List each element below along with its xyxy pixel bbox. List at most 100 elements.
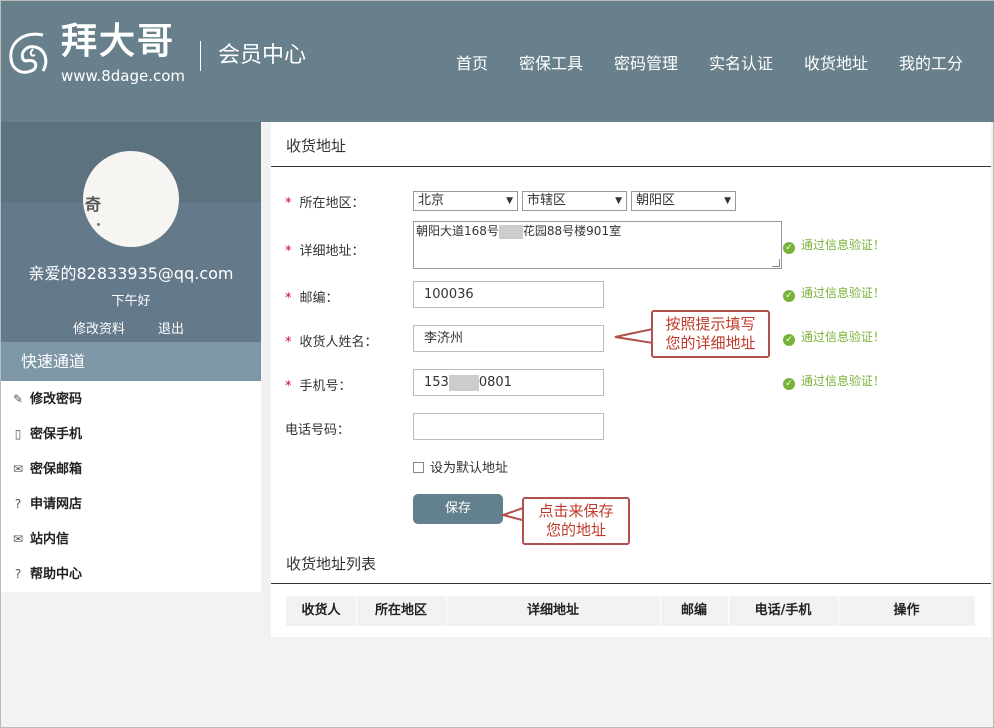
nav-security-tools[interactable]: 密保工具 <box>519 53 583 75</box>
callout-pointer-fill <box>614 327 653 345</box>
nav-shipping-address[interactable]: 收货地址 <box>804 53 868 75</box>
nav-my-points[interactable]: 我的工分 <box>899 53 963 75</box>
region-label-text: 所在地区： <box>299 196 365 211</box>
ok-text: 通过信息验证！ <box>801 238 886 252</box>
address-label: * 详细地址： <box>285 240 365 259</box>
address-list-title: 收货地址列表 <box>286 555 377 573</box>
save-hint-line2: 您的地址 <box>545 521 606 539</box>
mobile-label: * 手机号： <box>285 375 352 394</box>
fill-hint-line2: 您的详细地址 <box>665 334 756 352</box>
province-value: 北京 <box>418 193 445 208</box>
name-label-text: 收货人姓名： <box>299 335 378 350</box>
province-select[interactable]: 北京 ▼ <box>413 191 518 211</box>
chevron-down-icon: ▼ <box>615 196 622 206</box>
logout-link[interactable]: 退出 <box>158 318 184 337</box>
help-icon: ? <box>14 567 22 581</box>
default-address-label: 设为默认地址 <box>430 461 509 476</box>
save-button[interactable]: 保存 <box>413 494 503 524</box>
quick-item-label: 帮助中心 <box>30 567 83 582</box>
redacted-block <box>448 374 479 391</box>
ok-text: 通过信息验证！ <box>801 286 886 300</box>
page-title: 收货地址 <box>286 137 347 155</box>
avatar[interactable]: 奇 <box>83 151 179 247</box>
phone-label-text: 电话号码： <box>285 423 351 438</box>
quick-item-apply-shop[interactable]: ? 申请网店 <box>10 494 82 514</box>
member-center-title: 会员中心 <box>218 43 307 68</box>
quick-item-security-phone[interactable]: ▯ 密保手机 <box>10 424 82 444</box>
address-value-part2: 花园88号楼901室 <box>522 224 622 238</box>
check-circle-icon: ✓ <box>783 290 795 302</box>
receiver-name-value: 李济州 <box>424 331 464 346</box>
zip-label-text: 邮编： <box>299 291 339 306</box>
quick-item-label: 密保手机 <box>30 427 83 442</box>
default-address-row[interactable]: 设为默认地址 <box>413 461 508 477</box>
resize-grip-icon[interactable] <box>772 259 780 267</box>
name-ok-status: ✓ 通过信息验证！ <box>783 329 885 346</box>
receiver-name-input[interactable]: 李济州 <box>413 325 604 352</box>
quick-item-label: 站内信 <box>30 532 70 547</box>
check-circle-icon: ✓ <box>783 334 795 346</box>
fill-hint-line1: 按照提示填写 <box>665 315 756 333</box>
save-hint-line1: 点击来保存 <box>538 502 614 520</box>
mobile-input[interactable]: 153 0801 <box>413 369 604 396</box>
col-zip: 邮编 <box>680 603 707 618</box>
main-content: 收货地址 * 所在地区： 北京 ▼ 市辖区 ▼ 朝阳区 ▼ * 详细地址： 朝阳大道168… <box>271 122 991 637</box>
col-region: 所在地区 <box>374 603 427 618</box>
save-hint-callout: 点击来保存 您的地址 <box>522 497 630 545</box>
profile-email: 亲爱的82833935@qq.com <box>28 264 234 283</box>
district-value: 朝阳区 <box>636 193 676 208</box>
sidebar: 奇 亲爱的82833935@qq.com 下午好 修改资料 退出 快速通道 ✎ 修… <box>1 122 261 592</box>
quick-access-title: 快速通道 <box>1 342 261 381</box>
district-select[interactable]: 朝阳区 ▼ <box>631 191 736 211</box>
check-circle-icon: ✓ <box>783 378 795 390</box>
phone-label: 电话号码： <box>285 419 350 438</box>
mobile-label-text: 手机号： <box>299 379 352 394</box>
list-divider <box>271 583 991 584</box>
profile-panel: 奇 亲爱的82833935@qq.com 下午好 修改资料 退出 <box>1 122 261 342</box>
edit-profile-link[interactable]: 修改资料 <box>73 318 125 337</box>
logo-url: www.8dage.com <box>61 67 186 85</box>
address-value-part1: 朝阳大道168号 <box>416 224 499 238</box>
site-logo[interactable]: 拜大哥 www.8dage.com <box>3 19 193 93</box>
nav-real-name[interactable]: 实名认证 <box>709 53 773 75</box>
logo-name: 拜大哥 <box>61 21 176 62</box>
quick-item-label: 修改密码 <box>30 392 83 407</box>
avatar-dot <box>97 223 100 226</box>
quick-access-list: ✎ 修改密码 ▯ 密保手机 ✉ 密保邮箱 ? 申请网店 ✉ 站内信 ? 帮助中心 <box>1 381 261 592</box>
address-ok-status: ✓ 通过信息验证！ <box>783 237 885 254</box>
zip-label: * 邮编： <box>285 287 339 306</box>
col-receiver: 收货人 <box>301 603 341 618</box>
mobile-value-part2: 0801 <box>478 375 512 390</box>
region-label: * 所在地区： <box>285 192 365 211</box>
address-label-text: 详细地址： <box>299 244 365 259</box>
ok-text: 通过信息验证！ <box>801 374 886 388</box>
help-icon: ? <box>14 497 22 511</box>
phone-input[interactable] <box>413 413 604 440</box>
chevron-down-icon: ▼ <box>506 196 513 206</box>
mobile-value-part1: 153 <box>424 375 449 390</box>
nav-home[interactable]: 首页 <box>456 53 488 75</box>
edit-icon: ✎ <box>12 392 24 406</box>
ok-text: 通过信息验证！ <box>801 330 886 344</box>
zip-ok-status: ✓ 通过信息验证！ <box>783 285 885 302</box>
col-phone: 电话/手机 <box>754 603 812 618</box>
zip-input[interactable]: 100036 <box>413 281 604 308</box>
check-circle-icon: ✓ <box>783 242 795 254</box>
quick-item-label: 申请网店 <box>30 497 83 512</box>
address-textarea[interactable]: 朝阳大道168号 花园88号楼901室 <box>413 221 782 269</box>
required-mark: * <box>285 335 292 350</box>
chevron-down-icon: ▼ <box>724 196 731 206</box>
quick-item-inbox[interactable]: ✉ 站内信 <box>10 529 69 549</box>
top-header: 拜大哥 www.8dage.com 会员中心 首页 密保工具 密码管理 实名认证… <box>1 1 994 122</box>
quick-item-change-password[interactable]: ✎ 修改密码 <box>10 389 82 409</box>
city-value: 市辖区 <box>527 193 567 208</box>
quick-item-label: 密保邮箱 <box>30 462 83 477</box>
profile-greeting: 下午好 <box>111 294 151 309</box>
quick-item-security-email[interactable]: ✉ 密保邮箱 <box>10 459 82 479</box>
default-address-checkbox[interactable] <box>413 462 424 473</box>
phone-icon: ▯ <box>14 427 22 441</box>
quick-item-help-center[interactable]: ? 帮助中心 <box>10 564 82 584</box>
mobile-ok-status: ✓ 通过信息验证！ <box>783 373 885 390</box>
nav-password-management[interactable]: 密码管理 <box>614 53 678 75</box>
city-select[interactable]: 市辖区 ▼ <box>522 191 627 211</box>
